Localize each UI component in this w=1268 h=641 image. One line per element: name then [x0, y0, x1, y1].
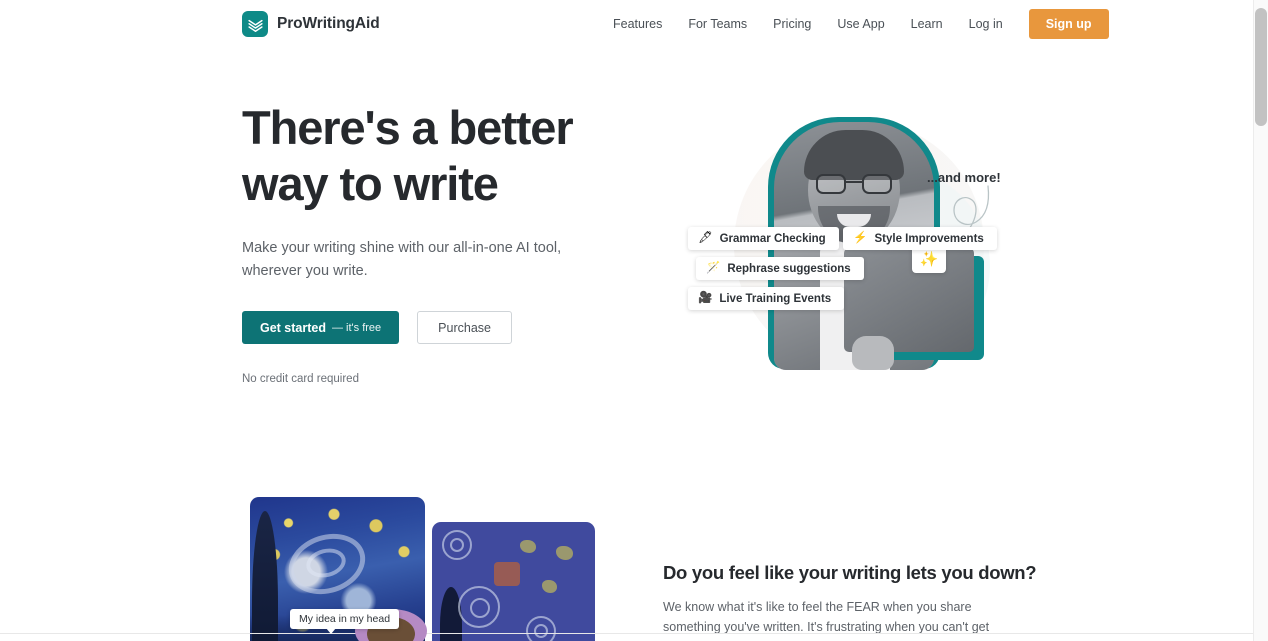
flat-version-card — [432, 522, 595, 641]
hero-cta-group: Get started — it's free Purchase — [242, 311, 622, 344]
flat-swirl — [534, 624, 548, 638]
callout-rephrase-suggestions: 🪄 Rephrase suggestions — [696, 257, 864, 280]
hero-subtitle: Make your writing shine with our all-in-… — [242, 240, 562, 279]
hero-illustration: ✨ 🖋 Grammar Checking ⚡ Style Improvement… — [662, 96, 1012, 391]
flat-star — [520, 540, 536, 553]
page-title: There's a better way to write — [242, 100, 622, 212]
rocket-pen-icon: 🖋 — [698, 231, 713, 244]
nav-link-learn[interactable]: Learn — [898, 12, 956, 37]
hair — [804, 130, 904, 180]
sign-up-button[interactable]: Sign up — [1028, 8, 1109, 40]
get-started-suffix: — it's free — [332, 321, 382, 334]
flat-swirl — [450, 538, 464, 552]
section-title: Do you feel like your writing lets you d… — [663, 562, 1037, 583]
artwork-comparison-cards: My idea in my head — [250, 497, 595, 641]
callout-label: Rephrase suggestions — [727, 262, 851, 275]
and-more-annotation: ...and more! — [927, 170, 1001, 185]
callout-grammar-checking: 🖋 Grammar Checking — [688, 227, 839, 250]
brand-logo-link[interactable]: ProWritingAid — [242, 11, 380, 37]
callout-label: Live Training Events — [719, 292, 832, 305]
scrollbar-thumb[interactable] — [1255, 8, 1267, 126]
brand-name: ProWritingAid — [277, 15, 380, 32]
nav-link-features[interactable]: Features — [600, 12, 675, 37]
lightning-bolt-icon: ⚡ — [853, 231, 868, 244]
callout-label: Style Improvements — [874, 232, 984, 245]
cypress-tree — [252, 511, 278, 641]
callout-style-improvements: ⚡ Style Improvements — [843, 227, 997, 250]
idea-in-my-head-label: My idea in my head — [290, 609, 400, 634]
callout-label: Grammar Checking — [719, 232, 826, 245]
nav-link-pricing[interactable]: Pricing — [760, 12, 824, 37]
glasses-icon — [816, 174, 892, 194]
feature-callout-list: 🖋 Grammar Checking ⚡ Style Improvements … — [688, 227, 1012, 317]
flat-swirl — [470, 598, 490, 618]
no-credit-card-note: No credit card required — [242, 373, 359, 385]
book-pages-logo-icon — [242, 11, 268, 37]
callout-live-training-events: 🎥 Live Training Events — [688, 287, 845, 310]
section-body: We know what it's like to feel the FEAR … — [663, 600, 990, 641]
get-started-button[interactable]: Get started — it's free — [242, 311, 400, 344]
nav-link-for-teams[interactable]: For Teams — [675, 12, 760, 37]
hero-title-line-1: There's a better — [242, 101, 574, 154]
flat-star — [556, 546, 573, 560]
magic-wand-icon: 🪄 — [706, 261, 721, 274]
hero-text-block: There's a better way to write Make your … — [242, 100, 622, 385]
page-root: ProWritingAid Features For Teams Pricing… — [0, 0, 1268, 641]
video-camera-icon: 🎥 — [698, 291, 713, 304]
get-started-label: Get started — [260, 320, 326, 335]
purchase-button[interactable]: Purchase — [417, 311, 512, 344]
nav-link-log-in[interactable]: Log in — [956, 12, 1016, 37]
flat-star — [542, 580, 557, 593]
lower-copy-block: Do you feel like your writing lets you d… — [663, 562, 1037, 641]
main-navigation: Features For Teams Pricing Use App Learn… — [600, 0, 1109, 48]
hand — [852, 336, 894, 370]
site-header: ProWritingAid Features For Teams Pricing… — [0, 0, 1253, 48]
nav-link-use-app[interactable]: Use App — [824, 12, 897, 37]
content-bottom-edge — [0, 633, 1253, 634]
vertical-scrollbar[interactable] — [1253, 0, 1268, 641]
flat-sun — [494, 562, 520, 586]
hero-title-line-2: way to write — [242, 157, 499, 210]
